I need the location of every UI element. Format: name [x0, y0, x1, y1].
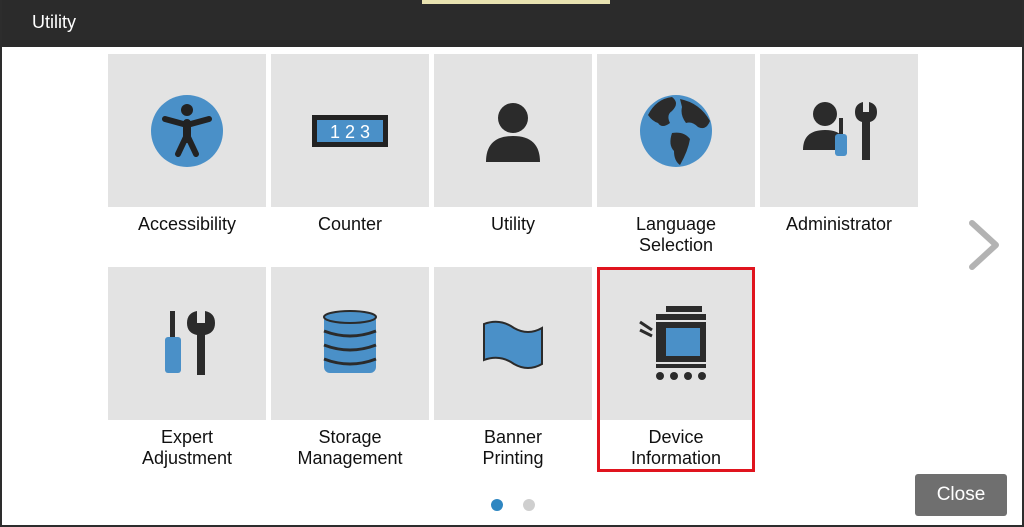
tile-label: Counter — [317, 214, 383, 234]
tile-banner-printing[interactable]: Banner Printing — [434, 267, 592, 485]
page-dot-1-active[interactable] — [491, 499, 503, 511]
printer-icon — [639, 305, 706, 380]
administrator-icon — [803, 101, 877, 160]
tile-language-selection[interactable]: Language Selection — [597, 54, 755, 272]
tile-label: Banner Printing — [482, 427, 544, 468]
next-page-arrow[interactable] — [964, 215, 1004, 275]
tile-accessibility[interactable]: Accessibility — [108, 54, 266, 272]
tile-administrator[interactable]: Administrator — [760, 54, 918, 272]
globe-icon — [640, 94, 712, 167]
page-dot-2[interactable] — [523, 499, 535, 511]
database-icon — [323, 309, 377, 373]
tile-label: Accessibility — [137, 214, 237, 234]
utility-panel: Accessibility 1 2 3 Counter Utility Lang… — [2, 47, 1022, 525]
window-title: Utility — [32, 12, 76, 32]
counter-icon: 1 2 3 — [312, 114, 388, 147]
close-button[interactable]: Close — [915, 474, 1007, 516]
tile-expert-adjustment[interactable]: Expert Adjustment — [108, 267, 266, 485]
tools-icon — [165, 310, 215, 375]
tile-label: Device Information — [630, 427, 722, 468]
tile-storage-management[interactable]: Storage Management — [271, 267, 429, 485]
tile-label: Administrator — [785, 214, 893, 234]
accessibility-icon — [151, 94, 223, 167]
tile-label: Storage Management — [297, 427, 403, 468]
tile-utility[interactable]: Utility — [434, 54, 592, 272]
person-icon — [486, 102, 540, 162]
tile-label: Language Selection — [635, 214, 717, 255]
banner-icon — [483, 320, 543, 369]
chevron-right-icon — [969, 220, 999, 270]
tile-counter[interactable]: 1 2 3 Counter — [271, 54, 429, 272]
tile-label: Expert Adjustment — [141, 427, 233, 468]
tab-indicator — [422, 0, 610, 4]
tile-device-information[interactable]: Device Information — [597, 267, 755, 485]
counter-text: 1 2 3 — [330, 122, 370, 142]
tile-label: Utility — [491, 214, 535, 234]
title-bar: Utility — [2, 0, 1022, 47]
